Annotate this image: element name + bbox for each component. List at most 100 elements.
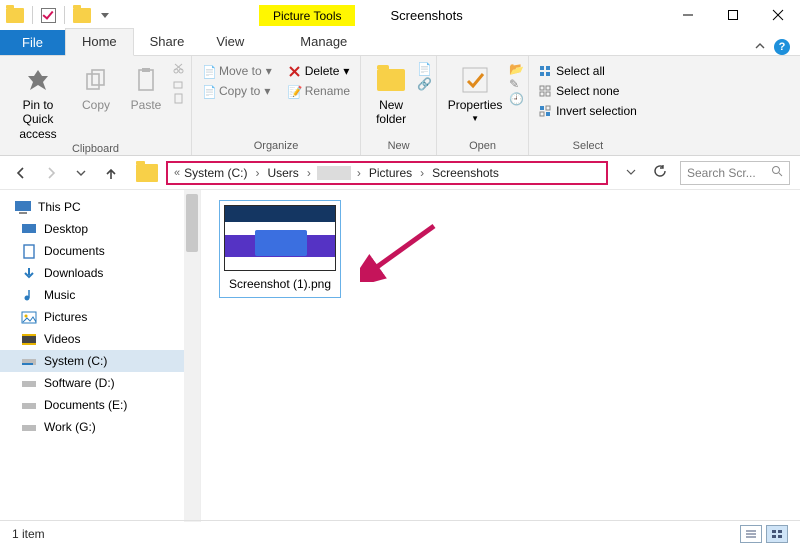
pin-to-quick-access-button[interactable]: Pin to Quick access — [6, 60, 70, 141]
crumb-username[interactable] — [317, 166, 351, 180]
tree-drive-c[interactable]: System (C:) — [0, 350, 200, 372]
videos-icon — [20, 331, 38, 347]
properties-button[interactable]: Properties ▼ — [443, 60, 507, 124]
properties-qat-icon[interactable] — [41, 8, 56, 23]
invert-selection-icon — [539, 105, 552, 118]
documents-icon — [20, 243, 38, 259]
back-button[interactable] — [10, 162, 32, 184]
new-folder-button[interactable]: New folder — [367, 60, 415, 127]
open-group-label: Open — [443, 138, 522, 155]
file-item-screenshot[interactable]: Screenshot (1).png — [219, 200, 341, 298]
select-none-button[interactable]: Select none — [535, 82, 641, 100]
crumb-screenshots[interactable]: Screenshots — [430, 166, 501, 180]
pictures-icon — [20, 309, 38, 325]
select-none-icon — [539, 85, 552, 98]
file-pane[interactable]: Screenshot (1).png — [200, 190, 800, 522]
tree-this-pc[interactable]: This PC — [0, 196, 200, 218]
new-folder-qat-icon[interactable] — [73, 8, 91, 23]
breadcrumb-dropdown-icon[interactable] — [622, 166, 640, 180]
crumb-pictures[interactable]: Pictures — [367, 166, 414, 180]
select-all-icon — [539, 65, 552, 78]
breadcrumb[interactable]: « System (C:)› Users› › Pictures› Screen… — [166, 161, 608, 185]
copy-button[interactable]: Copy — [72, 60, 120, 112]
group-open: Properties ▼ 📂 ✎ 🕘 Open — [437, 56, 529, 155]
status-bar: 1 item — [0, 520, 800, 546]
crumb-users[interactable]: Users — [265, 166, 300, 180]
edit-icon[interactable]: ✎ — [509, 77, 522, 90]
new-extra: 📄 🔗 — [417, 60, 430, 90]
tree-drive-e[interactable]: Documents (E:) — [0, 394, 200, 416]
window-controls — [665, 0, 800, 30]
folder-icon[interactable] — [6, 8, 24, 23]
drive-icon — [20, 397, 38, 413]
refresh-button[interactable] — [648, 164, 672, 181]
search-placeholder: Search Scr... — [687, 166, 756, 180]
organize-group-label: Organize — [198, 138, 354, 155]
tree-drive-g[interactable]: Work (G:) — [0, 416, 200, 438]
paste-shortcut-icon[interactable] — [172, 92, 185, 105]
forward-button[interactable] — [40, 162, 62, 184]
help-icon[interactable]: ? — [774, 39, 790, 55]
move-to-button[interactable]: 📄Move to ▾ — [198, 62, 276, 80]
tab-manage[interactable]: Manage — [284, 29, 363, 55]
new-item-icon[interactable]: 📄 — [417, 62, 430, 75]
new-group-label: New — [367, 138, 430, 155]
tree-downloads[interactable]: Downloads — [0, 262, 200, 284]
history-icon[interactable]: 🕘 — [509, 92, 522, 105]
tree-documents[interactable]: Documents — [0, 240, 200, 262]
tree-scrollbar[interactable] — [184, 190, 200, 522]
drive-icon — [20, 375, 38, 391]
copy-path-icon[interactable] — [172, 77, 185, 90]
file-thumbnail — [224, 205, 336, 271]
search-input[interactable]: Search Scr... — [680, 161, 790, 185]
file-name: Screenshot (1).png — [224, 277, 336, 293]
easy-access-icon[interactable]: 🔗 — [417, 77, 430, 90]
tab-view[interactable]: View — [200, 29, 260, 55]
select-all-button[interactable]: Select all — [535, 62, 641, 80]
tree-music[interactable]: Music — [0, 284, 200, 306]
open-icon[interactable]: 📂 — [509, 62, 522, 75]
recent-locations-button[interactable] — [70, 162, 92, 184]
collapse-ribbon-icon[interactable] — [752, 39, 768, 55]
up-button[interactable] — [100, 162, 122, 184]
clipboard-extra — [172, 60, 185, 105]
downloads-icon — [20, 265, 38, 281]
close-button[interactable] — [755, 0, 800, 30]
qat-dropdown-icon[interactable] — [101, 13, 109, 18]
paste-button[interactable]: Paste — [122, 60, 170, 112]
copy-icon — [80, 64, 112, 96]
content-area: This PC Desktop Documents Downloads Musi… — [0, 190, 800, 522]
details-view-button[interactable] — [740, 525, 762, 543]
maximize-button[interactable] — [710, 0, 755, 30]
copy-label: Copy — [82, 98, 110, 112]
clipboard-group-label: Clipboard — [6, 141, 185, 158]
move-to-icon: 📄 — [202, 65, 215, 78]
copy-to-button[interactable]: 📄Copy to ▾ — [198, 82, 276, 100]
addressbar-folder-icon[interactable] — [136, 164, 158, 182]
crumb-system-c[interactable]: System (C:) — [182, 166, 249, 180]
minimize-button[interactable] — [665, 0, 710, 30]
tree-drive-d[interactable]: Software (D:) — [0, 372, 200, 394]
ribbon-tabs: File Home Share View Manage ? — [0, 30, 800, 56]
tree-pictures[interactable]: Pictures — [0, 306, 200, 328]
tree-videos[interactable]: Videos — [0, 328, 200, 350]
rename-icon: 📝 — [288, 85, 301, 98]
thumbnails-view-button[interactable] — [766, 525, 788, 543]
paste-label: Paste — [131, 98, 162, 112]
open-extra: 📂 ✎ 🕘 — [509, 60, 522, 105]
select-group-label: Select — [535, 138, 641, 155]
new-folder-label: New folder — [367, 98, 415, 127]
tab-share[interactable]: Share — [134, 29, 201, 55]
tab-file[interactable]: File — [0, 30, 65, 55]
navigation-pane[interactable]: This PC Desktop Documents Downloads Musi… — [0, 190, 200, 522]
tab-home[interactable]: Home — [65, 28, 134, 56]
new-folder-icon — [375, 64, 407, 96]
tree-desktop[interactable]: Desktop — [0, 218, 200, 240]
group-clipboard: Pin to Quick access Copy Paste Clipboard — [0, 56, 192, 155]
cut-icon[interactable] — [172, 62, 185, 75]
invert-selection-button[interactable]: Invert selection — [535, 102, 641, 120]
contextual-tab-label: Picture Tools — [259, 5, 355, 26]
properties-label: Properties — [448, 98, 503, 112]
delete-button[interactable]: Delete ▾ — [284, 62, 354, 80]
rename-button[interactable]: 📝Rename — [284, 82, 354, 100]
